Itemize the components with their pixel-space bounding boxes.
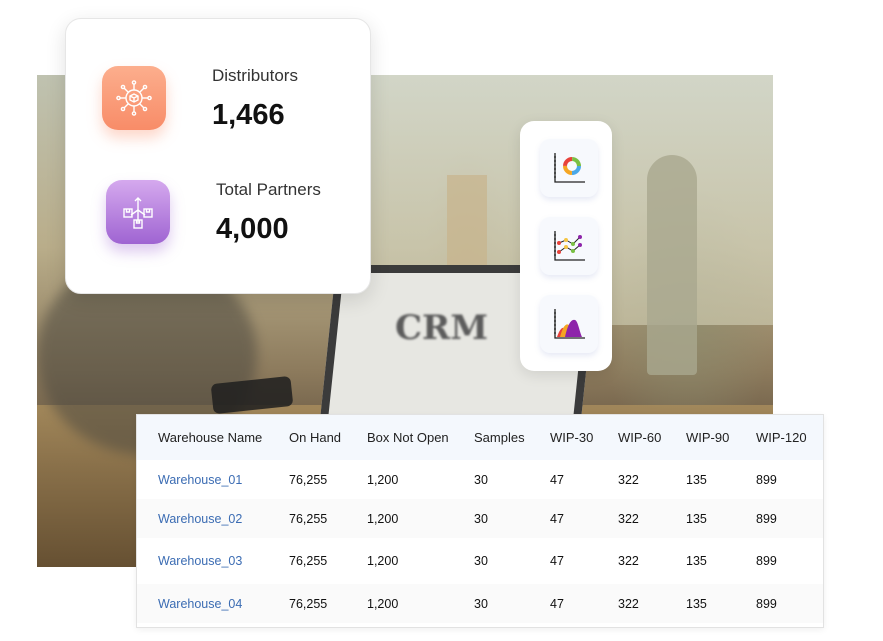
warehouse-table-card: Warehouse Name On Hand Box Not Open Samp…: [136, 414, 824, 628]
warehouse-link[interactable]: Warehouse_02: [137, 499, 289, 538]
table-row: Warehouse_02 76,255 1,200 30 47 322 135 …: [137, 499, 823, 538]
stats-card: Distributors 1,466 Total Partners 4,000: [65, 18, 371, 294]
wip-60-cell: 322: [618, 472, 639, 487]
table-header-row: Warehouse Name On Hand Box Not Open Samp…: [137, 415, 823, 460]
box-not-open-cell: 1,200: [367, 511, 399, 526]
network-box-icon: [102, 66, 166, 130]
wip-90-cell: 135: [686, 511, 707, 526]
chart-type-panel: [520, 121, 612, 371]
wip-120-cell: 899: [756, 554, 777, 568]
wip-60-cell: 322: [618, 554, 639, 568]
total-partners-value: 4,000: [216, 213, 289, 245]
samples-cell: 30: [474, 554, 488, 568]
header-wip-60[interactable]: WIP-60: [618, 415, 686, 460]
area-chart-icon: [554, 309, 585, 339]
wip-30-cell: 47: [550, 472, 564, 487]
total-partners-label: Total Partners: [216, 180, 321, 199]
wip-30-cell: 47: [550, 554, 564, 568]
distribution-boxes-icon: [106, 180, 170, 244]
donut-chart-icon: [554, 153, 585, 183]
wip-120-cell: 899: [756, 511, 777, 526]
wip-120-cell: 899: [756, 472, 777, 487]
table-row: Warehouse_03 76,255 1,200 30 47 322 135 …: [137, 538, 823, 584]
wip-30-cell: 47: [550, 596, 564, 611]
wip-120-cell: 899: [756, 596, 777, 611]
wip-90-cell: 135: [686, 472, 707, 487]
box-not-open-cell: 1,200: [367, 596, 399, 611]
on-hand-cell: 76,255: [289, 472, 328, 487]
distributors-value: 1,466: [212, 99, 285, 131]
photo-crm-text: CRM: [395, 308, 488, 348]
wip-60-cell: 322: [618, 511, 639, 526]
samples-cell: 30: [474, 596, 488, 611]
line-chart-icon: [554, 231, 585, 261]
warehouse-link[interactable]: Warehouse_03: [137, 538, 289, 584]
photo-tower: [647, 155, 697, 375]
samples-cell: 30: [474, 472, 488, 487]
on-hand-cell: 76,255: [289, 554, 328, 568]
header-samples[interactable]: Samples: [474, 415, 550, 460]
box-not-open-cell: 1,200: [367, 472, 399, 487]
samples-cell: 30: [474, 511, 488, 526]
wip-60-cell: 322: [618, 596, 639, 611]
warehouse-link[interactable]: Warehouse_04: [137, 584, 289, 623]
box-not-open-cell: 1,200: [367, 554, 399, 568]
header-on-hand[interactable]: On Hand: [289, 415, 367, 460]
warehouse-link[interactable]: Warehouse_01: [137, 460, 289, 499]
line-chart-button[interactable]: [540, 217, 598, 275]
header-box-not-open[interactable]: Box Not Open: [367, 415, 474, 460]
header-wip-120[interactable]: WIP-120: [756, 415, 823, 460]
distributors-label: Distributors: [212, 66, 298, 85]
on-hand-cell: 76,255: [289, 511, 328, 526]
header-warehouse-name[interactable]: Warehouse Name: [137, 415, 289, 460]
area-chart-button[interactable]: [540, 295, 598, 353]
header-wip-90[interactable]: WIP-90: [686, 415, 756, 460]
wip-30-cell: 47: [550, 511, 564, 526]
header-wip-30[interactable]: WIP-30: [550, 415, 618, 460]
on-hand-cell: 76,255: [289, 596, 328, 611]
wip-90-cell: 135: [686, 596, 707, 611]
table-row: Warehouse_01 76,255 1,200 30 47 322 135 …: [137, 460, 823, 499]
donut-chart-button[interactable]: [540, 139, 598, 197]
table-row: Warehouse_04 76,255 1,200 30 47 322 135 …: [137, 584, 823, 623]
warehouse-table: Warehouse Name On Hand Box Not Open Samp…: [137, 415, 823, 623]
wip-90-cell: 135: [686, 554, 707, 568]
